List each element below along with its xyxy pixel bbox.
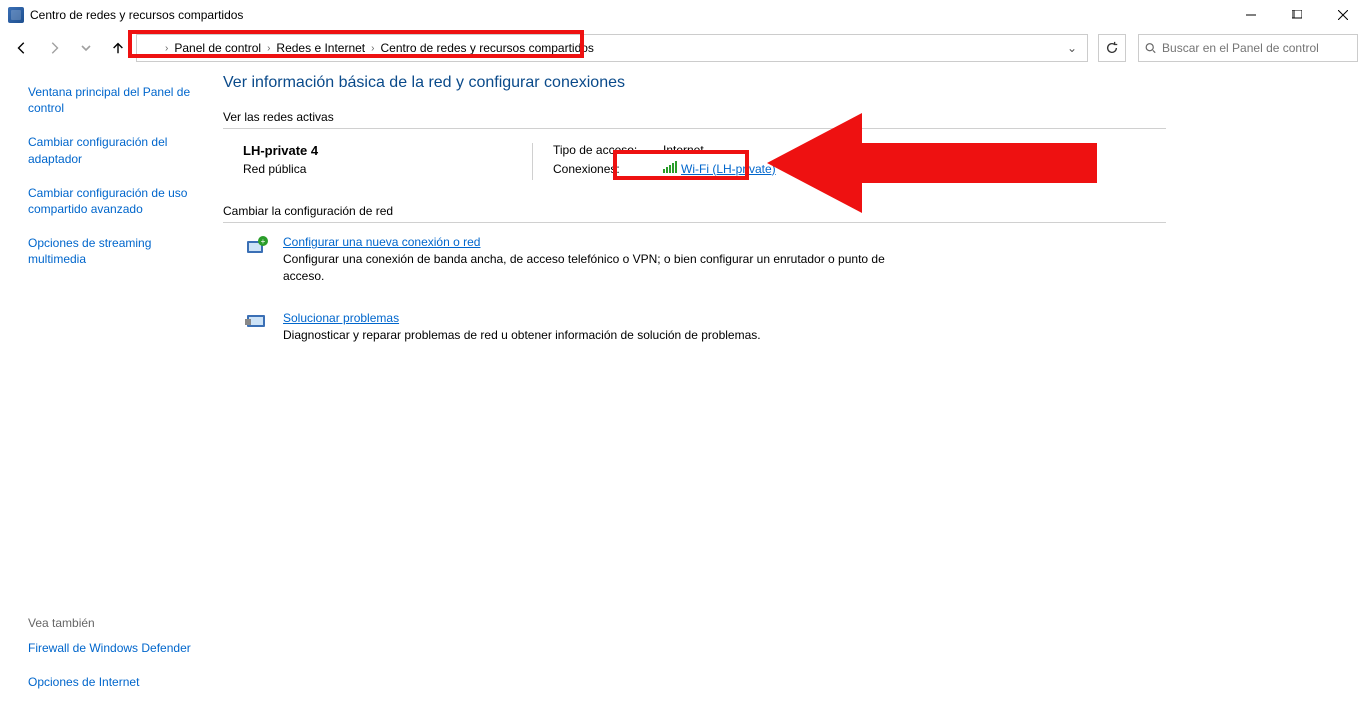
location-icon	[143, 40, 159, 56]
troubleshoot-icon	[243, 311, 271, 344]
setup-connection-desc: Configurar una conexión de banda ancha, …	[283, 251, 903, 285]
wifi-connection-link[interactable]: Wi-Fi (LH-private)	[663, 161, 776, 176]
access-type-label: Tipo de acceso:	[553, 143, 663, 157]
breadcrumb-item[interactable]: Redes e Internet	[272, 41, 369, 55]
troubleshoot-link[interactable]: Solucionar problemas	[283, 311, 399, 325]
svg-text:+: +	[261, 237, 266, 246]
sidebar-link-home[interactable]: Ventana principal del Panel de control	[28, 84, 203, 116]
back-button[interactable]	[8, 34, 36, 62]
chevron-right-icon: ›	[369, 43, 376, 54]
up-button[interactable]	[104, 34, 132, 62]
troubleshoot-desc: Diagnosticar y reparar problemas de red …	[283, 327, 761, 344]
chevron-right-icon: ›	[163, 43, 170, 54]
recent-locations-button[interactable]	[72, 34, 100, 62]
sidebar-link-streaming[interactable]: Opciones de streaming multimedia	[28, 235, 203, 267]
search-icon	[1145, 42, 1156, 54]
wifi-connection-label: Wi-Fi (LH-private)	[681, 162, 776, 176]
minimize-button[interactable]	[1228, 0, 1274, 30]
network-type: Red pública	[243, 162, 522, 176]
forward-button[interactable]	[40, 34, 68, 62]
new-connection-icon: +	[243, 235, 271, 285]
sidebar-link-adapter[interactable]: Cambiar configuración del adaptador	[28, 134, 203, 166]
breadcrumb-item[interactable]: Centro de redes y recursos compartidos	[377, 41, 598, 55]
see-also-firewall[interactable]: Firewall de Windows Defender	[28, 640, 203, 656]
connections-label: Conexiones:	[553, 162, 663, 176]
search-box[interactable]	[1138, 34, 1358, 62]
breadcrumb-item[interactable]: Panel de control	[170, 41, 265, 55]
search-input[interactable]	[1162, 41, 1351, 55]
maximize-button[interactable]	[1274, 0, 1320, 30]
control-panel-icon	[8, 7, 24, 23]
address-dropdown[interactable]: ⌄	[1061, 41, 1083, 55]
change-network-label: Cambiar la configuración de red	[223, 204, 1166, 223]
see-also-label: Vea también	[28, 616, 203, 630]
sidebar-link-sharing[interactable]: Cambiar configuración de uso compartido …	[28, 185, 203, 217]
setup-connection-link[interactable]: Configurar una nueva conexión o red	[283, 235, 480, 249]
network-name: LH-private 4	[243, 143, 522, 158]
access-type-value: Internet	[663, 143, 704, 157]
close-button[interactable]	[1320, 0, 1366, 30]
window-title: Centro de redes y recursos compartidos	[30, 8, 243, 22]
wifi-signal-icon	[663, 161, 677, 176]
active-networks-label: Ver las redes activas	[223, 110, 1166, 129]
page-heading: Ver información básica de la red y confi…	[223, 74, 1326, 92]
refresh-button[interactable]	[1098, 34, 1126, 62]
see-also-internet-options[interactable]: Opciones de Internet	[28, 674, 203, 690]
chevron-right-icon: ›	[265, 43, 272, 54]
address-bar[interactable]: › Panel de control › Redes e Internet › …	[136, 34, 1088, 62]
